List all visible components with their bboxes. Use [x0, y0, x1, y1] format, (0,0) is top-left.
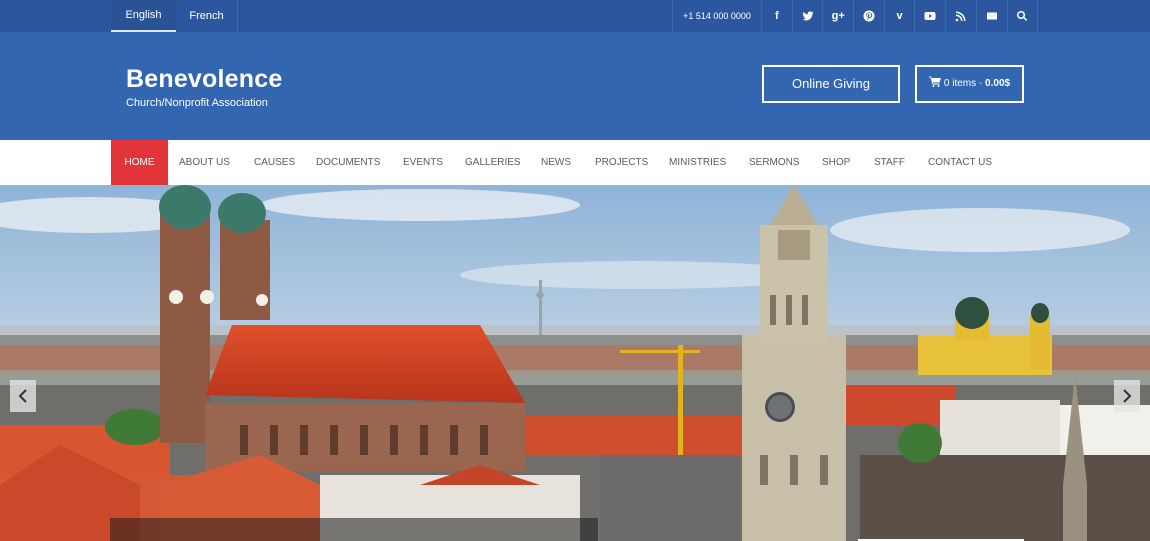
site-tagline: Church/Nonprofit Association	[126, 97, 268, 109]
rss-icon[interactable]	[946, 0, 977, 32]
facebook-icon[interactable]: f	[762, 0, 793, 32]
nav-sermons[interactable]: SERMONS	[749, 140, 800, 185]
cart-separator: -	[978, 78, 983, 89]
slider-prev-button[interactable]	[10, 380, 36, 412]
social-links: f g+ v	[762, 0, 1039, 32]
cart-items: 0 items	[943, 78, 977, 89]
nav-news[interactable]: NEWS	[541, 140, 571, 185]
google-plus-icon[interactable]: g+	[823, 0, 855, 32]
nav-documents[interactable]: DOCUMENTS	[316, 140, 380, 185]
hero-cityscape-image	[0, 185, 1150, 541]
cart-button[interactable]: 0 items - 0.00$	[915, 65, 1024, 103]
online-giving-button[interactable]: Online Giving	[762, 65, 900, 103]
site-header: Benevolence Church/Nonprofit Association…	[0, 32, 1150, 140]
nav-ministries[interactable]: MINISTRIES	[669, 140, 726, 185]
youtube-icon[interactable]	[915, 0, 947, 32]
language-english[interactable]: English	[111, 0, 176, 32]
nav-projects[interactable]: PROJECTS	[595, 140, 648, 185]
nav-causes[interactable]: CAUSES	[254, 140, 295, 185]
twitter-icon[interactable]	[793, 0, 824, 32]
search-icon[interactable]	[1008, 0, 1039, 32]
site-title[interactable]: Benevolence	[126, 65, 282, 94]
vimeo-icon[interactable]: v	[885, 0, 916, 32]
chevron-left-icon	[18, 389, 27, 403]
nav-contact-us[interactable]: CONTACT US	[928, 140, 992, 185]
cart-icon	[928, 76, 941, 87]
hero-slider[interactable]	[0, 185, 1150, 541]
nav-staff[interactable]: STAFF	[874, 140, 905, 185]
slider-next-button[interactable]	[1114, 380, 1140, 412]
top-bar: English French +1 514 000 0000 f g+ v	[0, 0, 1150, 32]
cart-total: 0.00$	[985, 78, 1011, 89]
nav-events[interactable]: EVENTS	[403, 140, 443, 185]
language-french[interactable]: French	[176, 0, 238, 32]
pinterest-icon[interactable]	[854, 0, 885, 32]
nav-shop[interactable]: SHOP	[822, 140, 850, 185]
mail-icon[interactable]	[977, 0, 1008, 32]
nav-galleries[interactable]: GALLERIES	[465, 140, 521, 185]
chevron-right-icon	[1123, 389, 1132, 403]
nav-about-us[interactable]: ABOUT US	[179, 140, 230, 185]
slide-caption	[110, 518, 598, 541]
nav-home[interactable]: HOME	[111, 140, 168, 185]
phone-number: +1 514 000 0000	[672, 0, 762, 32]
main-navigation: HOME ABOUT US CAUSES DOCUMENTS EVENTS GA…	[0, 140, 1150, 185]
